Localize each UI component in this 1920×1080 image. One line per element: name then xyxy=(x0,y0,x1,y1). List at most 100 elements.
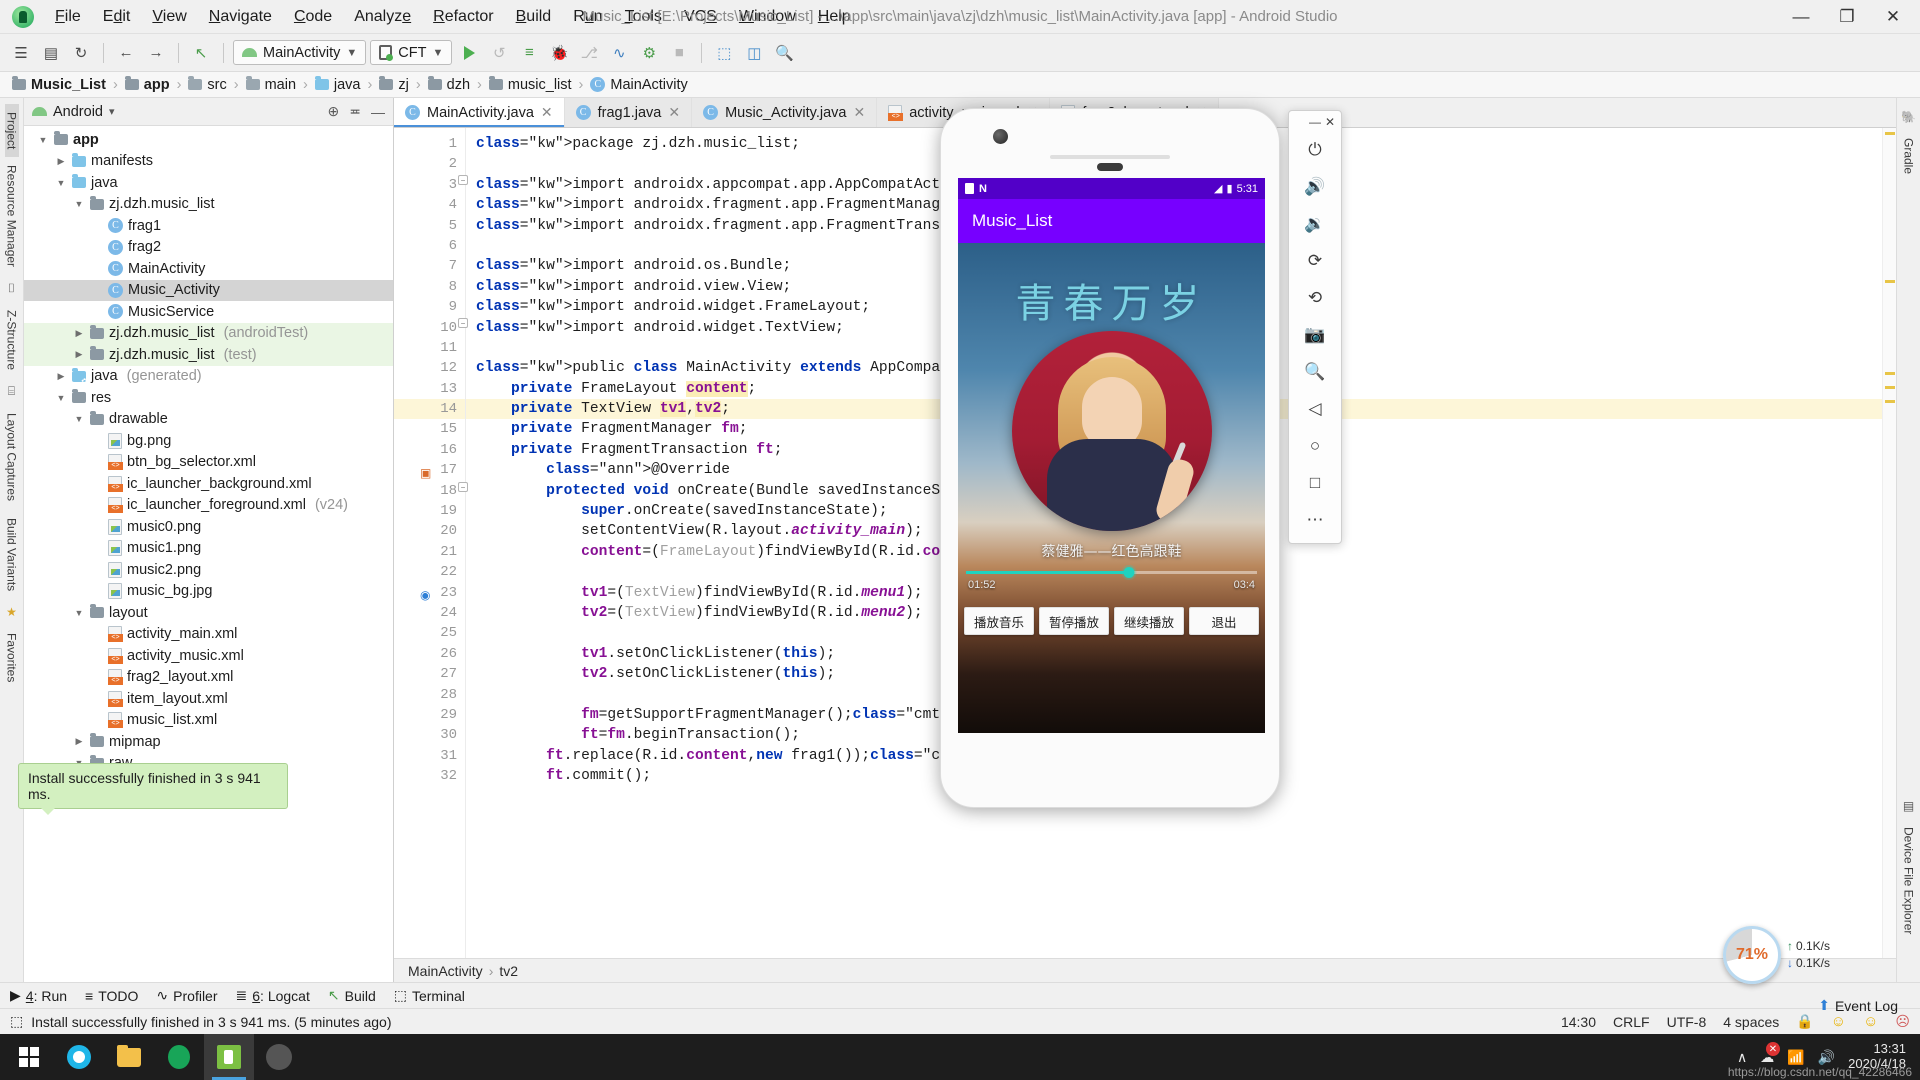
tree-node[interactable]: activity_main.xml xyxy=(24,624,393,646)
tree-node[interactable]: ▶ zj.dzh.music_list (androidTest) xyxy=(24,322,393,344)
build-project-icon[interactable]: ↖ xyxy=(188,40,214,66)
maximize-button[interactable]: ❐ xyxy=(1824,0,1870,34)
green-app-taskbar-button[interactable] xyxy=(204,1034,254,1080)
project-view-chevron-icon[interactable]: ▾ xyxy=(109,105,115,118)
breadcrumb-item-java[interactable]: java xyxy=(313,76,363,93)
run-configuration-selector[interactable]: MainActivity ▼ xyxy=(233,40,367,65)
close-button[interactable]: ✕ xyxy=(1870,0,1916,34)
tree-node[interactable]: C Music_Activity xyxy=(24,279,393,301)
rail-item-layout-captures[interactable]: Layout Captures xyxy=(5,405,19,509)
emulator-close-button[interactable]: ✕ xyxy=(1325,115,1335,129)
tree-expand-arrow[interactable]: ▶ xyxy=(55,156,67,167)
avatar-taskbar-button[interactable] xyxy=(254,1034,304,1080)
back-icon[interactable]: ← xyxy=(113,40,139,66)
run-button[interactable] xyxy=(456,40,482,66)
tree-node[interactable]: btn_bg_selector.xml xyxy=(24,452,393,474)
tree-node[interactable]: ▼ layout xyxy=(24,602,393,624)
rail-item-resource-manager[interactable]: Resource Manager xyxy=(5,157,19,275)
debug-icon[interactable]: 🐞 xyxy=(546,40,572,66)
tree-node[interactable]: ▶ manifests xyxy=(24,151,393,173)
show-hidden-icons-chevron[interactable]: ∧ xyxy=(1737,1049,1747,1066)
forward-icon[interactable]: → xyxy=(143,40,169,66)
tree-expand-arrow[interactable]: ▼ xyxy=(37,135,49,145)
menu-navigate[interactable]: Navigate xyxy=(198,4,283,30)
tree-node[interactable]: C MusicService xyxy=(24,301,393,323)
rail-item-favorites[interactable]: Favorites xyxy=(5,625,19,690)
toolwindow-todo[interactable]: ≡ TODO xyxy=(85,988,138,1004)
tree-expand-arrow[interactable]: ▼ xyxy=(73,199,85,209)
project-tree[interactable]: ▼ app ▶ manifests ▼ java ▼ zj.dzh.music_list Cfr… xyxy=(24,126,393,982)
override-marker-icon[interactable]: ◉ xyxy=(420,588,430,602)
stop-icon[interactable]: ■ xyxy=(666,40,692,66)
tree-node[interactable]: bg.png xyxy=(24,430,393,452)
menu-help[interactable]: Help xyxy=(807,4,862,30)
resume-music-button[interactable]: 继续播放 xyxy=(1114,607,1184,635)
menu-view[interactable]: View xyxy=(141,4,197,30)
indent-setting[interactable]: 4 spaces xyxy=(1723,1014,1779,1030)
caret-position[interactable]: 14:30 xyxy=(1561,1014,1596,1030)
breadcrumb-item-src[interactable]: src xyxy=(186,76,228,93)
avd-manager-icon[interactable]: ◫ xyxy=(741,40,767,66)
emu-more-icon[interactable]: ⋯ xyxy=(1296,501,1334,538)
editor-tab[interactable]: Cfrag1.java ✕ xyxy=(564,98,693,127)
minimize-button[interactable]: — xyxy=(1778,0,1824,34)
android-studio-taskbar-button[interactable] xyxy=(154,1034,204,1080)
tree-node[interactable]: ic_launcher_background.xml xyxy=(24,473,393,495)
breadcrumb-item-class[interactable]: C MainActivity xyxy=(588,77,689,93)
device-selector[interactable]: CFT ▼ xyxy=(370,40,453,65)
tree-node[interactable]: frag2_layout.xml xyxy=(24,667,393,689)
tree-node[interactable]: ic_launcher_foreground.xml (v24) xyxy=(24,495,393,517)
seek-bar[interactable] xyxy=(966,567,1257,578)
editor-breadcrumb-member[interactable]: tv2 xyxy=(499,963,518,979)
sync-icon[interactable]: ↻ xyxy=(68,40,94,66)
tree-node[interactable]: ▼ java xyxy=(24,172,393,194)
volume-up-icon[interactable]: 🔊 xyxy=(1296,168,1334,205)
tree-expand-arrow[interactable]: ▶ xyxy=(55,371,67,382)
tree-node[interactable]: music2.png xyxy=(24,559,393,581)
tree-node[interactable]: music_list.xml xyxy=(24,710,393,732)
collapse-all-icon[interactable]: ≖ xyxy=(349,103,361,120)
editor-tab[interactable]: C MainActivity.java ✕ xyxy=(394,98,565,127)
volume-icon[interactable]: 🔊 xyxy=(1818,1049,1835,1066)
apply-code-changes-icon[interactable]: ≡ xyxy=(516,40,542,66)
tree-node[interactable]: ▶ java (generated) xyxy=(24,366,393,388)
class-marker-icon[interactable]: ▣ xyxy=(420,466,431,480)
profile-icon[interactable]: ∿ xyxy=(606,40,632,66)
tree-expand-arrow[interactable]: ▼ xyxy=(73,414,85,424)
tree-expand-arrow[interactable]: ▼ xyxy=(73,608,85,618)
open-project-icon[interactable]: ☰ xyxy=(8,40,34,66)
close-icon[interactable]: ✕ xyxy=(541,104,553,121)
breadcrumb-item-zj[interactable]: zj xyxy=(377,76,410,93)
editor-breadcrumb-class[interactable]: MainActivity xyxy=(408,963,483,979)
sdk-manager-icon[interactable]: ⬚ xyxy=(711,40,737,66)
tree-node[interactable]: ▶ mipmap xyxy=(24,731,393,753)
toolwindow-logcat[interactable]: ≣ 6: Logcat xyxy=(236,987,310,1004)
tree-node[interactable]: music1.png xyxy=(24,538,393,560)
screenshot-icon[interactable]: 📷 xyxy=(1296,316,1334,353)
rail-item-structure[interactable]: Z-Structure xyxy=(5,302,19,378)
editor-marker-bar[interactable] xyxy=(1882,128,1896,958)
line-separator[interactable]: CRLF xyxy=(1613,1014,1650,1030)
tree-expand-arrow[interactable]: ▶ xyxy=(73,736,85,747)
network-speed-widget[interactable]: 71% ↑ 0.1K/s ↓ 0.1K/s xyxy=(1722,926,1830,984)
menu-file[interactable]: FFileile xyxy=(44,4,92,30)
inspection-face-icon-2[interactable]: ☺ xyxy=(1863,1013,1878,1030)
save-all-icon[interactable]: ▤ xyxy=(38,40,64,66)
start-button[interactable] xyxy=(4,1034,54,1080)
close-icon[interactable]: ✕ xyxy=(853,104,865,121)
attach-debugger-icon[interactable]: ⎇ xyxy=(576,40,602,66)
locate-icon[interactable]: ⊕ xyxy=(328,103,340,120)
tree-node[interactable]: activity_music.xml xyxy=(24,645,393,667)
menu-tools[interactable]: Tools xyxy=(614,4,673,30)
tree-node[interactable]: Cfrag1 xyxy=(24,215,393,237)
breadcrumb-item-dzh[interactable]: dzh xyxy=(426,76,472,93)
breadcrumb-item-project[interactable]: Music_List xyxy=(10,76,108,93)
tree-node[interactable]: ▼ app xyxy=(24,129,393,151)
wifi-icon[interactable]: 📶 xyxy=(1787,1049,1804,1066)
tree-expand-arrow[interactable]: ▼ xyxy=(55,393,67,403)
tree-node[interactable]: music0.png xyxy=(24,516,393,538)
emulator-minimize-button[interactable]: — xyxy=(1309,115,1321,129)
rail-item-gradle[interactable]: Gradle xyxy=(1902,130,1916,182)
hide-panel-icon[interactable]: — xyxy=(371,104,385,120)
seek-bar-thumb[interactable] xyxy=(1123,567,1135,578)
